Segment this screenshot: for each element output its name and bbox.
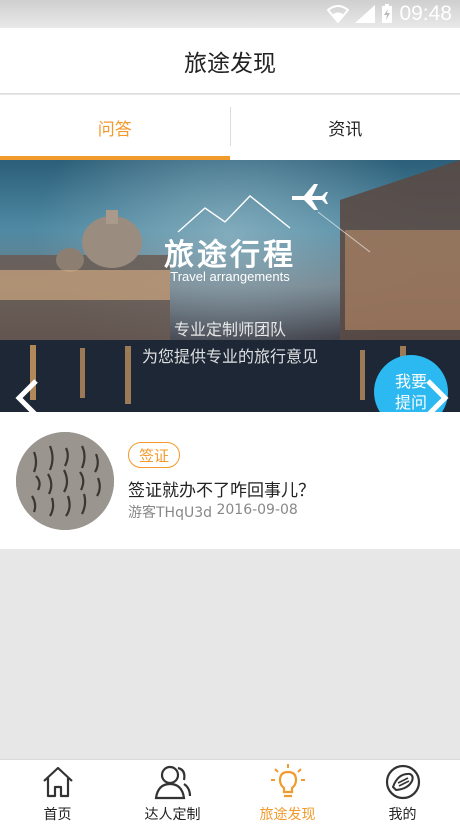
nav-profile[interactable]: 我的	[345, 760, 460, 828]
nav-discover-label: 旅途发现	[259, 807, 316, 823]
qa-list: 签证 签证就办不了咋回事儿？ 游客THqU3d 2016-09-08	[0, 412, 460, 549]
avatar	[16, 432, 114, 530]
nav-home-label: 首页	[43, 807, 72, 823]
category-tag: 签证	[128, 442, 181, 468]
question-author: 游客THqU3d	[128, 505, 213, 521]
question-meta: 游客THqU3d 2016-09-08	[128, 502, 298, 522]
nav-discover[interactable]: 旅途发现	[230, 760, 345, 828]
tab-bar: 问答 资讯	[0, 95, 460, 160]
airplane-icon	[290, 182, 328, 216]
title-bar: 旅途发现	[0, 28, 460, 94]
nav-profile-label: 我的	[388, 807, 417, 823]
wifi-icon	[327, 5, 350, 23]
question-title: 签证就办不了咋回事儿？	[128, 481, 315, 501]
banner-brand-subtitle: Travel arrangements	[170, 269, 290, 284]
list-item[interactable]: 签证 签证就办不了咋回事儿？ 游客THqU3d 2016-09-08	[0, 412, 460, 549]
nav-experts[interactable]: 达人定制	[115, 760, 230, 828]
chevron-left-icon[interactable]	[14, 378, 40, 412]
status-time: 09:48	[399, 2, 452, 25]
tab-qa-label: 问答	[97, 120, 132, 140]
home-icon	[38, 762, 78, 802]
nav-experts-label: 达人定制	[144, 807, 201, 823]
chevron-right-icon[interactable]	[424, 378, 450, 412]
banner-brand-title: 旅途行程	[164, 238, 296, 273]
ask-button-line1: 我要	[394, 372, 427, 391]
status-bar: 09:48	[0, 0, 460, 28]
banner-carousel[interactable]: 旅途行程 Travel arrangements 专业定制师团队 为您提供专业的…	[0, 160, 460, 412]
tab-news-label: 资讯	[328, 120, 363, 140]
tab-news[interactable]: 资讯	[231, 95, 460, 160]
question-date: 2016-09-08	[216, 502, 298, 518]
tab-qa[interactable]: 问答	[0, 95, 230, 160]
users-icon	[153, 762, 193, 802]
bottom-nav: 首页 达人定制 旅途发现 我的	[0, 759, 460, 828]
lightbulb-icon	[268, 762, 308, 802]
battery-charging-icon	[381, 4, 393, 24]
nav-home[interactable]: 首页	[0, 760, 115, 828]
ask-button-line2: 提问	[394, 393, 427, 412]
banner-slogan-line1: 专业定制师团队	[173, 320, 286, 339]
profile-icon	[383, 762, 423, 802]
page-title: 旅途发现	[184, 50, 276, 77]
signal-icon	[355, 5, 376, 23]
